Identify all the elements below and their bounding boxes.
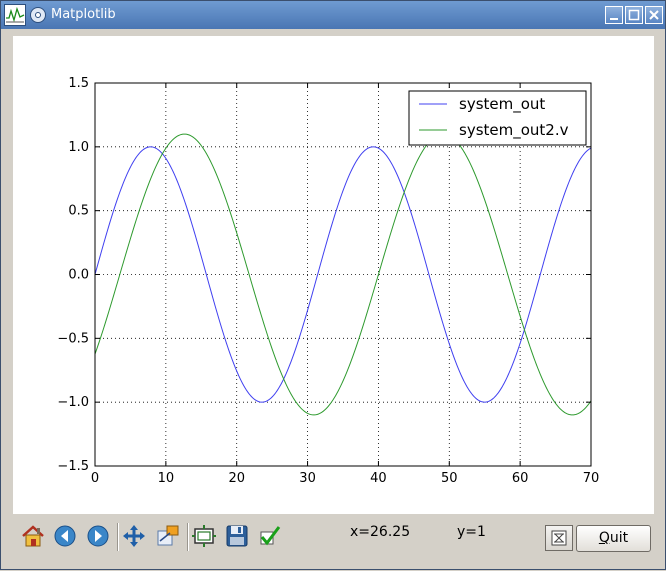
y-tick-label: 0.5 (68, 204, 89, 219)
y-tick-label: −1.5 (57, 459, 89, 474)
legend-label-1: system_out (459, 95, 545, 114)
main-window: Matplotlib 0 10 20 30 40 50 60 70 1.5 1.0 0.5 0.0 −0… (0, 0, 666, 570)
back-icon[interactable] (52, 523, 78, 549)
y-tick-label: 1.0 (68, 140, 89, 155)
y-tick-label: 1.5 (68, 76, 89, 91)
x-tick-label: 30 (299, 471, 316, 486)
x-tick-label: 40 (370, 471, 387, 486)
x-tick-label: 50 (441, 471, 458, 486)
x-tick-label: 70 (583, 471, 600, 486)
coord-x-readout: x=26.25 (350, 524, 411, 540)
legend-label-2: system_out2.v (459, 121, 569, 140)
quit-button[interactable]: Quit (576, 525, 651, 552)
x-tick-label: 10 (158, 471, 175, 486)
y-tick-label: 0.0 (68, 268, 89, 283)
toolbar-separator (187, 523, 189, 551)
x-tick-label: 60 (512, 471, 529, 486)
subplots-icon[interactable] (191, 523, 217, 549)
quit-mnemonic: Q (598, 530, 610, 546)
home-icon[interactable] (20, 523, 46, 549)
toolbar-config-button[interactable] (545, 525, 573, 551)
chart-svg: 0 10 20 30 40 50 60 70 1.5 1.0 0.5 0.0 −0.5 −1.0 −1.5 s… (57, 76, 600, 486)
toolbar-separator (117, 523, 119, 551)
y-tick-label: −1.0 (57, 395, 89, 410)
coord-y-readout: y=1 (457, 524, 486, 540)
save-icon[interactable] (224, 523, 250, 549)
y-tick-label: −0.5 (57, 331, 89, 346)
pan-icon[interactable] (121, 523, 147, 549)
forward-icon[interactable] (85, 523, 111, 549)
apply-check-icon[interactable] (257, 523, 283, 549)
zoom-icon[interactable] (155, 523, 181, 549)
x-tick-label: 0 (91, 471, 99, 486)
x-tick-label: 20 (228, 471, 245, 486)
quit-label: uit (609, 530, 629, 546)
